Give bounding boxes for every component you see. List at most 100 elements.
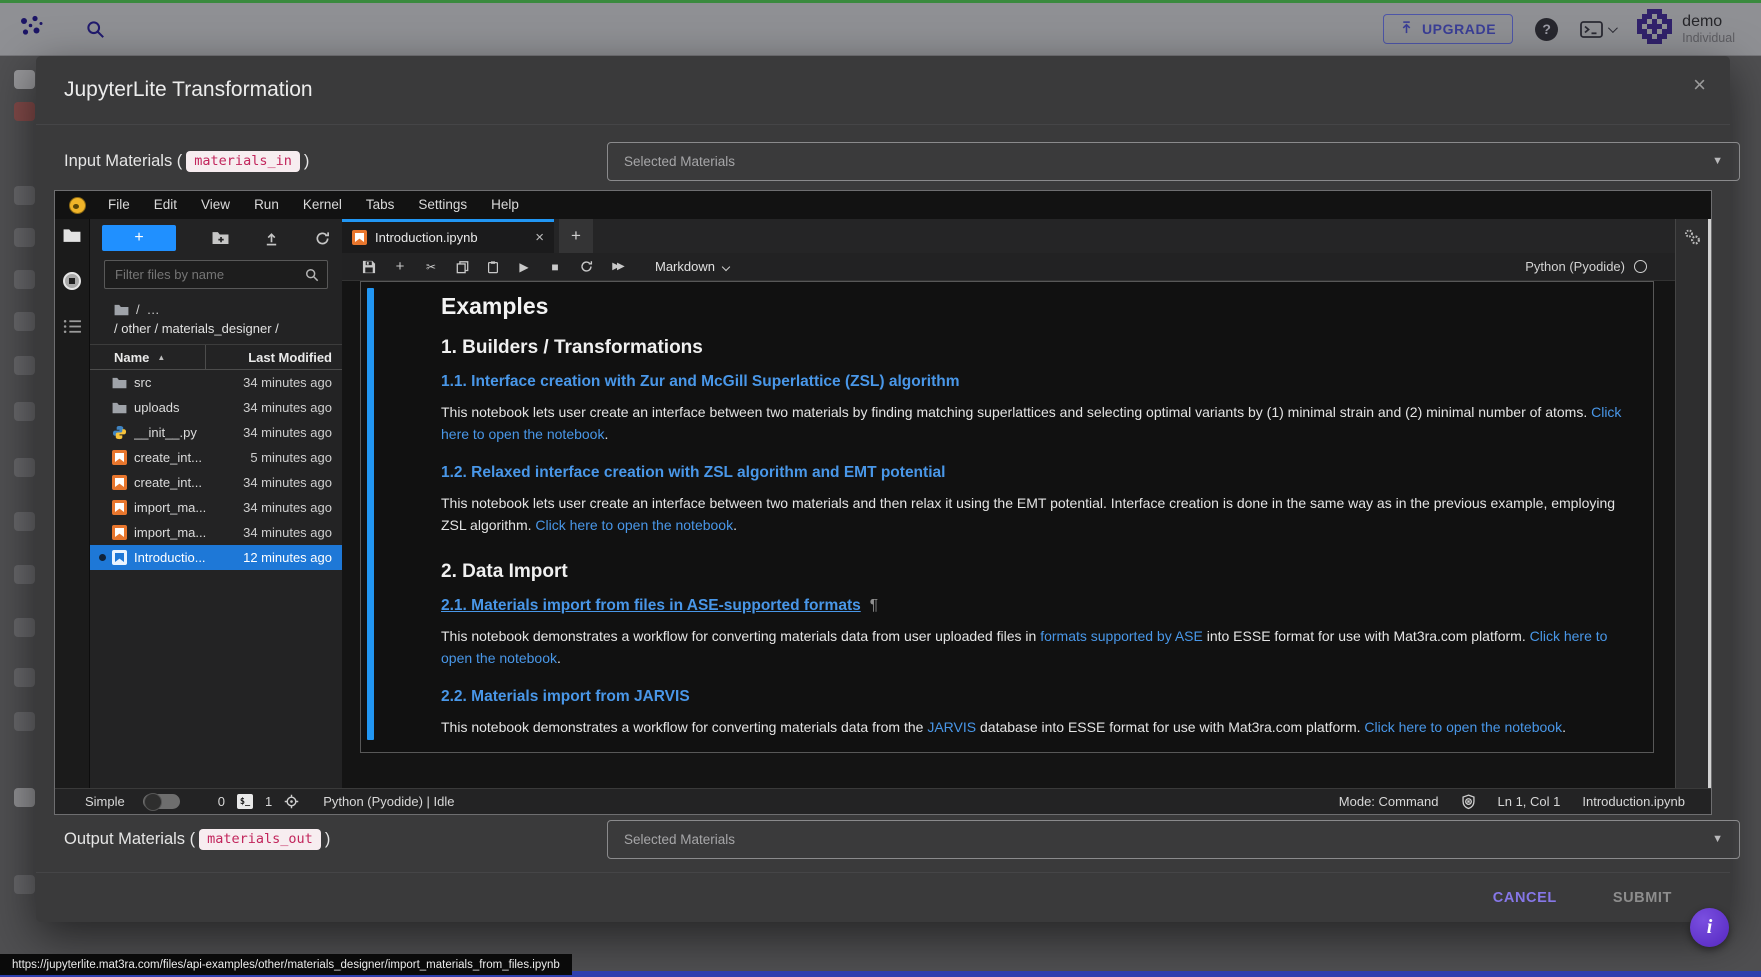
column-name[interactable]: Name▲ bbox=[90, 350, 205, 365]
tab-introduction-ipynb[interactable]: Introduction.ipynb × bbox=[342, 219, 554, 253]
nb-paragraph-zsl: This notebook lets user create an interf… bbox=[441, 401, 1623, 445]
paste-icon[interactable] bbox=[486, 260, 500, 274]
dialog-footer: CANCEL SUBMIT bbox=[36, 872, 1730, 923]
nb-h2-builders: 1. Builders / Transformations bbox=[441, 337, 1623, 359]
new-folder-icon[interactable] bbox=[212, 231, 229, 245]
file-browser-toolbar: + bbox=[90, 219, 342, 253]
menu-help[interactable]: Help bbox=[479, 191, 531, 219]
help-icon[interactable]: ? bbox=[1535, 18, 1558, 41]
file-browser-panel: + bbox=[90, 219, 342, 788]
stop-icon[interactable]: ■ bbox=[548, 260, 562, 274]
trust-shield-icon[interactable] bbox=[1461, 794, 1476, 810]
open-notebook-link[interactable]: Click here to open the notebook bbox=[535, 517, 733, 533]
nb-paragraph-emt: This notebook lets user create an interf… bbox=[441, 492, 1623, 536]
menu-kernel[interactable]: Kernel bbox=[291, 191, 354, 219]
notebook-main-area: Introduction.ipynb × + + ✂ ▶ ■ ▶▶ bbox=[342, 219, 1675, 788]
file-row-import-ma-2[interactable]: import_ma... 34 minutes ago bbox=[90, 520, 342, 545]
file-row-import-ma-1[interactable]: import_ma... 34 minutes ago bbox=[90, 495, 342, 520]
active-cell-indicator bbox=[367, 288, 374, 740]
nb-h3-emt-link[interactable]: 1.2. Relaxed interface creation with ZSL… bbox=[441, 464, 1623, 482]
markdown-cell[interactable]: Examples 1. Builders / Transformations 1… bbox=[360, 281, 1654, 753]
nb-h3-zsl-link[interactable]: 1.1. Interface creation with Zur and McG… bbox=[441, 373, 1623, 391]
new-launcher-button[interactable]: + bbox=[102, 225, 176, 251]
ase-formats-link[interactable]: formats supported by ASE bbox=[1040, 628, 1203, 644]
terminals-count: 0 bbox=[218, 794, 225, 809]
file-row-create-int-2[interactable]: create_int... 34 minutes ago bbox=[90, 470, 342, 495]
running-kernels-tab-icon[interactable] bbox=[63, 272, 81, 290]
kernels-count: 1 bbox=[265, 794, 272, 809]
mat3ra-logo-icon[interactable] bbox=[18, 14, 44, 45]
file-row-introduction-selected[interactable]: Introductio... 12 minutes ago bbox=[90, 545, 342, 570]
input-selected-materials-dropdown[interactable]: Selected Materials ▼ bbox=[607, 142, 1740, 181]
running-dot-icon bbox=[99, 554, 106, 561]
nb-paragraph-jarvis: This notebook demonstrates a workflow fo… bbox=[441, 716, 1623, 738]
simple-mode-label: Simple bbox=[85, 794, 125, 809]
notebook-file-icon bbox=[112, 525, 127, 540]
cell-type-dropdown[interactable]: Markdown bbox=[655, 259, 729, 274]
upgrade-button[interactable]: UPGRADE bbox=[1383, 14, 1513, 44]
sort-asc-icon: ▲ bbox=[157, 353, 165, 362]
restart-run-all-icon[interactable]: ▶▶ bbox=[610, 261, 624, 272]
notebook-file-icon bbox=[112, 550, 127, 565]
cursor-position[interactable]: Ln 1, Col 1 bbox=[1498, 794, 1561, 809]
cut-icon[interactable]: ✂ bbox=[424, 260, 438, 274]
file-row-src[interactable]: src 34 minutes ago bbox=[90, 370, 342, 395]
save-icon[interactable] bbox=[362, 260, 376, 274]
kernel-indicator[interactable]: Python (Pyodide) bbox=[1525, 259, 1647, 274]
nb-h3-jarvis-link[interactable]: 2.2. Materials import from JARVIS bbox=[441, 688, 1623, 706]
refresh-icon[interactable] bbox=[315, 231, 330, 246]
menu-view[interactable]: View bbox=[189, 191, 242, 219]
kernel-status-text[interactable]: Python (Pyodide) | Idle bbox=[323, 794, 454, 809]
search-icon[interactable] bbox=[86, 20, 105, 39]
open-notebook-link[interactable]: Click here to open the notebook bbox=[1364, 719, 1562, 735]
file-row-create-int-1[interactable]: create_int... 5 minutes ago bbox=[90, 445, 342, 470]
user-menu[interactable]: demo Individual bbox=[1637, 9, 1735, 49]
tab-close-icon[interactable]: × bbox=[535, 229, 544, 246]
notebook-file-icon bbox=[112, 500, 127, 515]
filter-files-box[interactable] bbox=[104, 260, 328, 289]
home-folder-icon[interactable] bbox=[114, 304, 129, 316]
nb-h3-ase-link[interactable]: 2.1. Materials import from files in ASE-… bbox=[441, 597, 1623, 615]
menu-edit[interactable]: Edit bbox=[142, 191, 189, 219]
menu-tabs[interactable]: Tabs bbox=[354, 191, 407, 219]
run-icon[interactable]: ▶ bbox=[517, 260, 531, 274]
file-row-init-py[interactable]: __init__.py 34 minutes ago bbox=[90, 420, 342, 445]
notebook-file-icon bbox=[112, 450, 127, 465]
property-inspector-gears-icon[interactable] bbox=[1682, 227, 1702, 788]
status-filename[interactable]: Introduction.ipynb bbox=[1582, 794, 1685, 809]
copy-icon[interactable] bbox=[455, 260, 469, 274]
cancel-button[interactable]: CANCEL bbox=[1487, 889, 1563, 907]
column-last-modified[interactable]: Last Modified bbox=[205, 345, 342, 369]
close-icon[interactable]: × bbox=[1693, 74, 1706, 96]
simple-mode-toggle[interactable] bbox=[143, 794, 180, 809]
nb-paragraph-ase: This notebook demonstrates a workflow fo… bbox=[441, 625, 1623, 669]
submit-button[interactable]: SUBMIT bbox=[1607, 889, 1678, 907]
file-row-uploads[interactable]: uploads 34 minutes ago bbox=[90, 395, 342, 420]
user-plan: Individual bbox=[1682, 31, 1735, 45]
kernel-status-icon bbox=[1634, 260, 1647, 273]
restart-kernel-icon[interactable] bbox=[579, 260, 593, 273]
output-selected-materials-dropdown[interactable]: Selected Materials ▼ bbox=[607, 820, 1740, 859]
upgrade-label: UPGRADE bbox=[1422, 21, 1496, 37]
materials-out-chip: materials_out bbox=[199, 829, 321, 850]
menu-run[interactable]: Run bbox=[242, 191, 291, 219]
menu-file[interactable]: File bbox=[96, 191, 142, 219]
insert-cell-icon[interactable]: + bbox=[393, 258, 407, 275]
console-menu-icon[interactable] bbox=[1580, 20, 1615, 39]
menu-settings[interactable]: Settings bbox=[406, 191, 479, 219]
breadcrumb-ellipsis[interactable]: … bbox=[147, 302, 160, 317]
nb-h2-data-import: 2. Data Import bbox=[441, 561, 1623, 583]
file-browser-tab-icon[interactable] bbox=[63, 228, 81, 243]
file-list-header: Name▲ Last Modified bbox=[90, 344, 342, 370]
filter-files-input[interactable] bbox=[113, 266, 305, 283]
upload-icon[interactable] bbox=[264, 231, 279, 246]
command-mode-indicator[interactable]: Mode: Command bbox=[1339, 794, 1439, 809]
search-icon bbox=[305, 268, 319, 282]
jarvis-link[interactable]: JARVIS bbox=[927, 719, 976, 735]
info-fab-button[interactable]: i bbox=[1690, 908, 1729, 947]
table-of-contents-tab-icon[interactable] bbox=[63, 319, 82, 334]
link-preview-status: https://jupyterlite.mat3ra.com/files/api… bbox=[0, 954, 572, 975]
breadcrumb-path[interactable]: / other / materials_designer / bbox=[114, 321, 342, 336]
new-tab-button[interactable]: + bbox=[559, 219, 593, 253]
kernel-sessions-icon[interactable] bbox=[284, 794, 299, 809]
